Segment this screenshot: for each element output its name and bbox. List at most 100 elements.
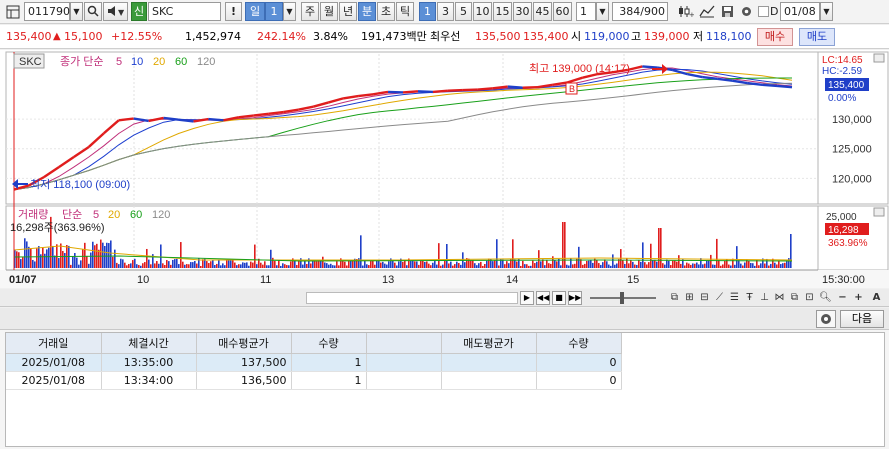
interval-45-button[interactable]: 45 [533, 2, 552, 21]
sound-icon[interactable]: ▼ [103, 2, 128, 21]
zoom-out-icon[interactable]: − [836, 291, 849, 304]
period-second-button[interactable]: 초 [377, 2, 395, 21]
bars-shown-input[interactable]: 384/900 [612, 2, 668, 21]
indicator-icon[interactable]: ⊡ [803, 291, 816, 304]
rewind-button[interactable]: ◀◀ [536, 291, 550, 305]
period-month-button[interactable]: 월 [320, 2, 338, 21]
volume-bar [88, 263, 90, 268]
volume-bar [486, 260, 488, 268]
count-input[interactable]: 1 [576, 2, 596, 21]
volume-bar [382, 261, 384, 268]
volume-bar [180, 242, 182, 268]
search-icon[interactable] [84, 2, 102, 21]
save-icon[interactable] [718, 2, 736, 21]
volume-bar [360, 235, 362, 268]
measure-icon[interactable]: ⊥ [758, 291, 771, 304]
interval-60-button[interactable]: 60 [553, 2, 572, 21]
volume-bar [478, 263, 480, 268]
volume-collapse-icon[interactable] [873, 207, 885, 217]
trade-settings-gear-icon[interactable] [816, 310, 836, 328]
compare-icon[interactable]: ⊟ [698, 291, 711, 304]
count-dropdown-icon[interactable]: ▼ [596, 2, 609, 21]
stop-button[interactable]: ■ [552, 291, 566, 305]
play-button[interactable]: ▶ [520, 291, 534, 305]
volume-bar [606, 261, 608, 268]
volume-bar [780, 264, 782, 268]
period-minute-button[interactable]: 분 [358, 2, 376, 21]
interval-30-button[interactable]: 30 [513, 2, 532, 21]
volume-last-label: 16,298 [828, 225, 859, 236]
volume-ma-title: 단순 [62, 208, 82, 221]
trade-header-row: 거래일 체결시간 매수평균가 수량 매도평균가 수량 [6, 333, 622, 354]
period-day-button[interactable]: 일 [245, 2, 265, 21]
trendline-icon[interactable]: ⟋ [713, 291, 726, 304]
chart-draw-icon[interactable] [697, 2, 717, 21]
zoom-in-icon[interactable]: + [852, 291, 865, 304]
interval-3-button[interactable]: 3 [437, 2, 454, 21]
col-sell-qty[interactable]: 수량 [536, 333, 622, 354]
period-number-button[interactable]: 1 [265, 2, 283, 21]
volume-bar [248, 265, 250, 268]
cell-blank [366, 371, 442, 390]
interval-5-button[interactable]: 5 [455, 2, 472, 21]
forward-button[interactable]: ▶▶ [568, 291, 582, 305]
volume-bar [528, 265, 530, 268]
chart-scrollbar[interactable] [306, 292, 518, 304]
volume-bar [284, 264, 286, 268]
volume-bar [236, 265, 238, 268]
period-year-button[interactable]: 년 [339, 2, 357, 21]
zoom-slider-handle[interactable] [620, 292, 624, 304]
table-row[interactable]: 2025/01/08 13:35:00 137,500 1 0 [6, 353, 622, 372]
layout-icon[interactable] [3, 2, 23, 21]
price-collapse-icon[interactable] [873, 53, 885, 63]
volume-bar [362, 265, 364, 268]
price-segment [462, 88, 478, 92]
volume-bar [92, 241, 94, 268]
volume-bar [626, 258, 628, 268]
fibonacci-icon[interactable]: ☰ [728, 291, 741, 304]
split-view-icon[interactable]: ⧉ [668, 291, 681, 304]
date-input[interactable]: 01/08 [780, 2, 820, 21]
trade-grid: 거래일 체결시간 매수평균가 수량 매도평균가 수량 2025/01/08 13… [6, 333, 622, 390]
volume-bar [456, 261, 458, 268]
buy-button[interactable]: 매수 [757, 28, 793, 46]
period-dropdown-icon[interactable]: ▼ [283, 2, 296, 21]
period-tick-button[interactable]: 틱 [396, 2, 414, 21]
stock-name-input[interactable]: SKC [148, 2, 221, 21]
period-week-button[interactable]: 주 [301, 2, 319, 21]
code-dropdown-icon[interactable]: ▼ [70, 2, 83, 21]
next-button[interactable]: 다음 [840, 310, 884, 328]
warning-button[interactable]: ! [225, 2, 242, 21]
col-buy-avg-price[interactable]: 매수평균가 [196, 333, 292, 354]
overlay-icon[interactable]: ⊞ [683, 291, 696, 304]
time-axis-tick: 15:30:00 [822, 274, 865, 286]
price-segment [761, 83, 778, 88]
volume-bar [86, 255, 88, 268]
date-checkbox[interactable] [758, 6, 769, 17]
candle-settings-icon[interactable]: + [676, 2, 696, 21]
col-sell-avg-price[interactable]: 매도평균가 [441, 333, 537, 354]
col-buy-qty[interactable]: 수량 [291, 333, 367, 354]
text-tool-icon[interactable]: Ŧ [743, 291, 756, 304]
chart-area[interactable]: SKC 종가 단순 5 10 20 60 120 LC:14.65 HC:-2.59 1… [0, 50, 889, 288]
col-fill-time[interactable]: 체결시간 [101, 333, 197, 354]
volume-bar [74, 253, 76, 268]
volume-bar [84, 242, 86, 268]
pattern-icon[interactable]: ⋈ [773, 291, 786, 304]
interval-10-button[interactable]: 10 [473, 2, 492, 21]
sell-button[interactable]: 매도 [799, 28, 835, 46]
price-chart[interactable]: SKC 종가 단순 5 10 20 60 120 LC:14.65 HC:-2.59 1… [0, 50, 889, 288]
cell-fill-time: 13:35:00 [101, 353, 197, 372]
table-row[interactable]: 2025/01/08 13:34:00 136,500 1 0 [6, 371, 622, 390]
zoom-search-icon[interactable]: 🔍︎ [819, 291, 832, 304]
col-trade-date[interactable]: 거래일 [6, 333, 102, 354]
gear-icon[interactable] [737, 2, 755, 21]
stock-code-input[interactable]: 011790 [24, 2, 70, 21]
volume-bar [498, 265, 500, 268]
interval-15-button[interactable]: 15 [493, 2, 512, 21]
date-dropdown-icon[interactable]: ▼ [820, 2, 833, 21]
copy-icon[interactable]: ⧉ [788, 291, 801, 304]
font-size-icon[interactable]: A [870, 291, 883, 304]
interval-1-button[interactable]: 1 [419, 2, 436, 21]
volume-bar [562, 222, 564, 268]
